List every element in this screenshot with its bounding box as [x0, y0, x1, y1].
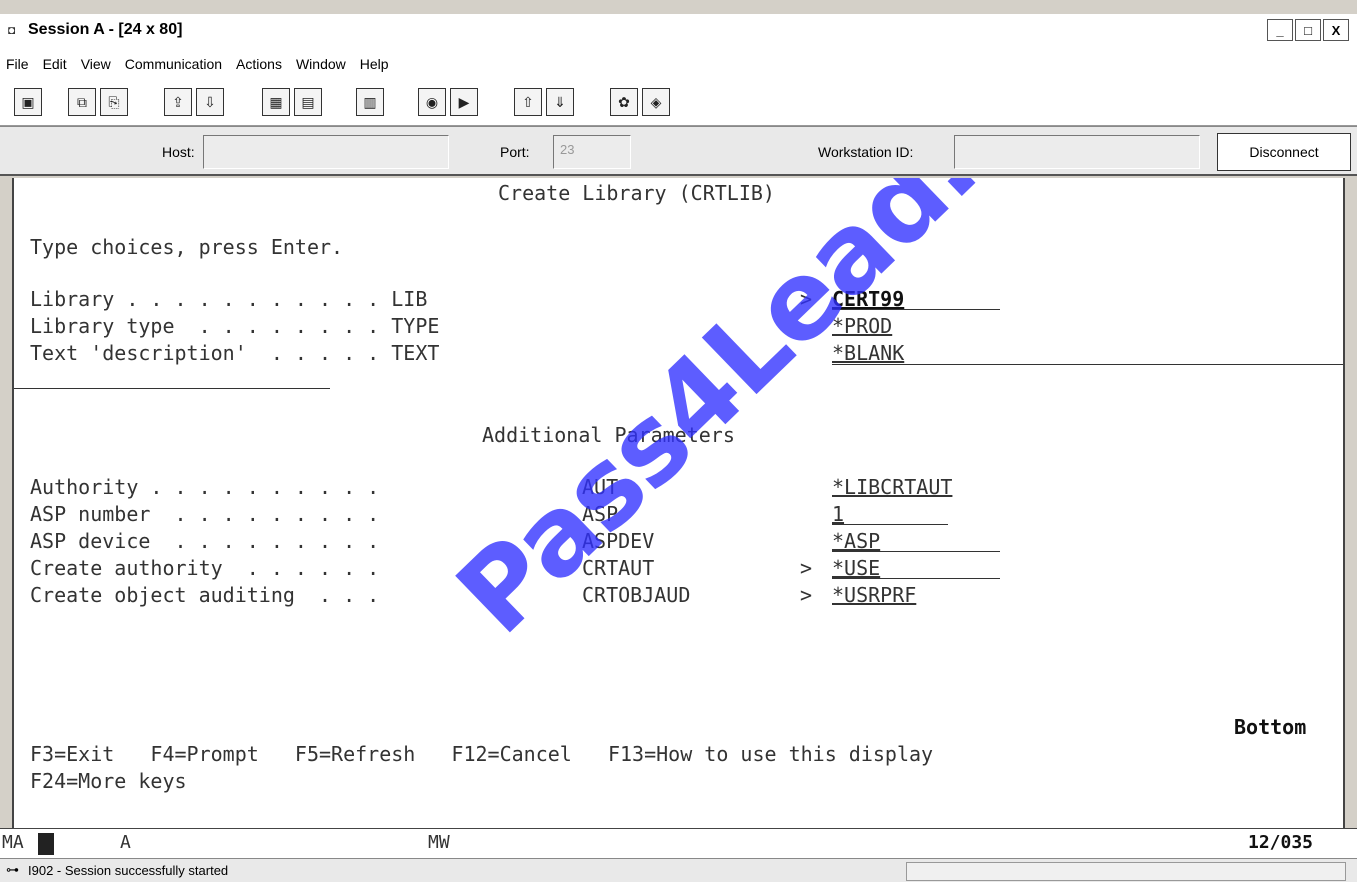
- workstation-id-field[interactable]: [954, 135, 1200, 169]
- status-pane: [906, 862, 1346, 881]
- param-keyword-authority: AUT: [582, 475, 619, 499]
- text-field-underline-wrap: [14, 388, 330, 389]
- param-label-asp-number: ASP number . . . . . . . . .: [30, 502, 392, 526]
- operator-info-area: MA A MW 12/035: [0, 828, 1357, 858]
- param-keyword-crtobjaud: CRTOBJAUD: [582, 583, 691, 607]
- terminal-screen[interactable]: Create Library (CRTLIB) Type choices, pr…: [12, 178, 1345, 828]
- param-keyword-asp: ASP: [582, 502, 619, 526]
- display-icon[interactable]: ▤: [294, 88, 322, 116]
- menu-view[interactable]: View: [81, 56, 111, 72]
- transfer-down-icon[interactable]: ⇓: [546, 88, 574, 116]
- param-keyword-aspdev: ASPDEV: [582, 529, 655, 553]
- port-label: Port:: [500, 144, 530, 160]
- host-field[interactable]: [203, 135, 449, 169]
- oia-indicator: MA: [2, 832, 24, 853]
- param-marker-crtobjaud: >: [800, 583, 813, 607]
- close-button[interactable]: X: [1323, 19, 1349, 41]
- menu-actions[interactable]: Actions: [236, 56, 282, 72]
- connection-bar: Host: Port: 23 Workstation ID: Disconnec…: [0, 126, 1357, 176]
- paste-icon[interactable]: ⎘: [100, 88, 128, 116]
- title-bar: ◘ Session A - [24 x 80] _ □ X: [0, 14, 1357, 48]
- menu-help[interactable]: Help: [360, 56, 389, 72]
- color-icon[interactable]: ✿: [610, 88, 638, 116]
- bottom-indicator: Bottom: [1234, 715, 1307, 739]
- text-field-underline: [832, 364, 1343, 365]
- instructions: Type choices, press Enter.: [30, 235, 344, 259]
- record-icon[interactable]: ◉: [418, 88, 446, 116]
- function-keys-line-1: F3=Exit F4=Prompt F5=Refresh F12=Cancel …: [30, 742, 934, 766]
- asp-device-underline: [832, 551, 1000, 552]
- field-underline-library: [832, 309, 1000, 310]
- screen-title: Create Library (CRTLIB): [498, 181, 775, 205]
- param-label-create-object-auditing: Create object auditing . . .: [30, 583, 392, 607]
- field-label-library-type: Library type . . . . . . . . TYPE: [30, 314, 440, 338]
- field-label-library: Library . . . . . . . . . . . LIB: [30, 287, 428, 311]
- field-label-text: Text 'description' . . . . . TEXT: [30, 341, 440, 365]
- param-label-authority: Authority . . . . . . . . . .: [30, 475, 392, 499]
- field-marker-library: >: [800, 287, 813, 311]
- port-field[interactable]: 23: [553, 135, 631, 169]
- additional-parameters-header: Additional Parameters: [482, 423, 735, 447]
- transfer-up-icon[interactable]: ⇧: [514, 88, 542, 116]
- status-bar: ⊶ I902 - Session successfully started: [0, 858, 1357, 882]
- param-input-authority[interactable]: *LIBCRTAUT: [832, 474, 952, 500]
- receive-file-icon[interactable]: ⇩: [196, 88, 224, 116]
- oia-cursor-block: [38, 833, 54, 855]
- param-marker-crtaut: >: [800, 556, 813, 580]
- maximize-button[interactable]: □: [1295, 19, 1321, 41]
- asp-number-underline: [832, 524, 948, 525]
- cursor-position: 12/035: [1248, 832, 1314, 853]
- menu-communication[interactable]: Communication: [125, 56, 222, 72]
- param-input-create-object-auditing[interactable]: *USRPRF: [832, 582, 916, 608]
- param-keyword-crtaut: CRTAUT: [582, 556, 655, 580]
- menu-edit[interactable]: Edit: [43, 56, 67, 72]
- disconnect-button[interactable]: Disconnect: [1217, 133, 1351, 171]
- playback-icon[interactable]: ▶: [450, 88, 478, 116]
- workstation-id-label: Workstation ID:: [818, 144, 914, 160]
- menu-window[interactable]: Window: [296, 56, 346, 72]
- app-icon[interactable]: ◘: [8, 23, 15, 37]
- emulator-window: ◘ Session A - [24 x 80] _ □ X File Edit …: [0, 0, 1357, 882]
- create-authority-underline: [832, 578, 1000, 579]
- menu-file[interactable]: File: [6, 56, 29, 72]
- param-label-asp-device: ASP device . . . . . . . . .: [30, 529, 392, 553]
- connection-status-icon: ⊶: [6, 862, 19, 877]
- param-label-create-authority: Create authority . . . . . .: [30, 556, 392, 580]
- minimize-button[interactable]: _: [1267, 19, 1293, 41]
- window-title: Session A - [24 x 80]: [28, 21, 183, 38]
- keypad-icon[interactable]: ▦: [262, 88, 290, 116]
- oia-message-waiting: MW: [428, 832, 450, 853]
- status-message: I902 - Session successfully started: [28, 863, 229, 878]
- macro-icon[interactable]: ▥: [356, 88, 384, 116]
- field-input-text[interactable]: *BLANK: [832, 340, 904, 366]
- toolbar: ▣ ⧉ ⎘ ⇪ ⇩ ▦ ▤ ▥ ◉ ▶ ⇧ ⇓ ✿ ◈: [0, 80, 1357, 126]
- field-input-library-type[interactable]: *PROD: [832, 313, 892, 339]
- keyboard-icon[interactable]: ◈: [642, 88, 670, 116]
- print-screen-icon[interactable]: ▣: [14, 88, 42, 116]
- host-label: Host:: [162, 144, 195, 160]
- menu-bar: File Edit View Communication Actions Win…: [0, 48, 1357, 80]
- send-file-icon[interactable]: ⇪: [164, 88, 192, 116]
- copy-icon[interactable]: ⧉: [68, 88, 96, 116]
- oia-mode: A: [120, 832, 131, 853]
- function-keys-line-2: F24=More keys: [30, 769, 187, 793]
